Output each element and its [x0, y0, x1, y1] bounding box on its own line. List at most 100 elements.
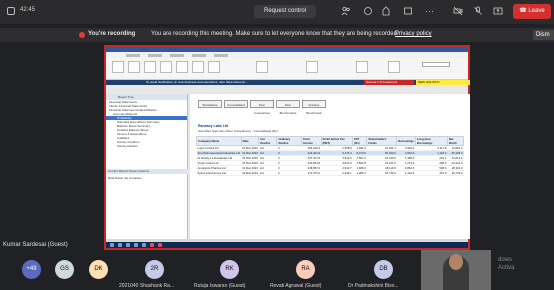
share-screen-icon[interactable]: [492, 6, 503, 17]
table-cell: Zydus Lifesciences Ltd: [196, 170, 242, 176]
report-tab[interactable]: Peer Benchmarks: [276, 100, 300, 115]
table-cell: Sun Pharmaceutical Industries Ltd: [196, 150, 242, 156]
meeting-toolbar: 42:45 Request control ··· ☎ Leave: [0, 0, 554, 24]
dismiss-button[interactable]: Dism: [533, 30, 554, 40]
company-bar: To avoid clarification on core business …: [106, 80, 470, 85]
table-cell: 31 Mar 2023: [241, 150, 259, 156]
table-cell: 18,733.0: [447, 170, 464, 176]
ribbon-tool-icon: [388, 61, 400, 73]
leave-button[interactable]: ☎ Leave: [513, 4, 551, 19]
ribbon-tool-icon: [306, 61, 318, 73]
table-cell: 3: [276, 170, 302, 176]
ribbon-search-input[interactable]: [422, 62, 450, 67]
ribbon-tool-icon: [356, 61, 368, 73]
mic-off-icon[interactable]: [472, 6, 483, 17]
taskbar-app-icon[interactable]: [158, 243, 162, 247]
taskbar-app-icon[interactable]: [150, 243, 154, 247]
leave-label: Leave: [528, 8, 545, 14]
participant-avatar[interactable]: DB: [374, 260, 393, 279]
report-subtitle: Securities Summary (Peer Comparison) - C…: [198, 129, 278, 133]
more-options-icon[interactable]: ···: [424, 6, 435, 17]
camera-off-icon[interactable]: [452, 6, 463, 17]
report-tabs: Standalone Consolidated Peer Comparison Pee…: [198, 100, 326, 115]
participant-name: Rutuja Iswaran (Guest): [194, 283, 246, 289]
column-header[interactable]: Company Name: [196, 136, 242, 146]
table-cell: Ltd: [258, 170, 277, 176]
chat-icon[interactable]: [362, 6, 373, 17]
report-tree: Financial Statements Interim Financial St…: [106, 100, 187, 148]
report-tab[interactable]: Standalone: [198, 100, 222, 108]
column-header[interactable]: Cur Rev/Inc: [258, 136, 278, 146]
recording-icon: [79, 32, 85, 38]
taskbar-app-icon[interactable]: [126, 243, 130, 247]
watermark-line: dows: [498, 257, 513, 263]
column-header[interactable]: Ordinary Rev/Inc: [276, 136, 302, 146]
column-header[interactable]: Shareholders' Funds: [366, 136, 398, 146]
activate-windows-watermark: dows Activa: [498, 256, 514, 272]
ribbon-tool-icon: [192, 61, 204, 73]
report-title: Ranbaxy Labs Ltd: [198, 124, 229, 128]
column-header[interactable]: Long-term Borrowings: [414, 136, 448, 146]
ribbon-tool-icon: [128, 61, 140, 73]
ribbon-tool-icon: [176, 61, 188, 73]
column-header[interactable]: Profit before Tax (PBT): [320, 136, 354, 146]
column-header[interactable]: PAT (Rs): [352, 136, 368, 146]
participant-avatar[interactable]: DK: [89, 260, 108, 279]
company-list-item[interactable]: Data Reset (G) Company: [108, 176, 142, 180]
selected-company-box[interactable]: Sumeet 1 Processing 6: [364, 80, 414, 85]
table-row[interactable]: Zydus Lifesciences Ltd 31 Mar 2023 Ltd 3 172…: [196, 170, 464, 176]
highlight-box[interactable]: NEW HOLISTIC: [416, 80, 470, 85]
meeting-timer: 42:45: [20, 7, 36, 13]
reaction-icon[interactable]: [380, 6, 391, 17]
windows-taskbar: [106, 242, 468, 248]
recording-banner: You're recording You are recording this …: [0, 28, 554, 42]
participant-name: Dr Padmakshini Biso...: [348, 283, 399, 289]
share-tray-icon[interactable]: [7, 7, 15, 15]
recording-message: You are recording this meeting. Make sur…: [151, 31, 399, 37]
table-cell: 172,373.2: [301, 170, 322, 176]
participant-avatar[interactable]: 2R: [145, 260, 164, 279]
participant-video[interactable]: [421, 250, 491, 290]
report-panel: Standalone Consolidated Peer Comparison Pee…: [190, 94, 470, 239]
column-header[interactable]: Borrowings: [396, 136, 416, 146]
column-header[interactable]: Date: [240, 136, 260, 146]
view-icon[interactable]: [402, 6, 413, 17]
ribbon-tool-icon: [208, 61, 220, 73]
taskbar-app-icon[interactable]: [118, 243, 122, 247]
participant-name: Revati Agrawal (Guest): [270, 283, 322, 289]
people-icon[interactable]: [340, 6, 351, 17]
table-cell: 31 Mar 2023: [241, 160, 259, 166]
taskbar-app-icon[interactable]: [142, 243, 146, 247]
column-header[interactable]: Total Income: [301, 136, 322, 146]
ribbon-tool-icon: [112, 61, 124, 73]
ribbon-tool-icon: [144, 61, 156, 73]
participant-face: [449, 254, 463, 270]
recording-title: You're recording: [88, 31, 136, 37]
table-cell: 31 Mar 2023: [241, 170, 259, 176]
report-tab[interactable]: Peer Comparison: [250, 100, 274, 115]
report-tab[interactable]: Industry Benchmark: [302, 100, 326, 115]
table-cell: 31 Mar 2023: [241, 165, 259, 171]
participant-avatar[interactable]: +49: [22, 260, 41, 279]
taskbar-app-icon[interactable]: [134, 243, 138, 247]
app-ribbon: [106, 58, 468, 80]
ribbon-tool-icon: [160, 61, 172, 73]
table-cell: 1,965.4: [352, 170, 367, 176]
start-icon[interactable]: [110, 243, 114, 247]
shared-screen: To avoid clarification on core business …: [104, 45, 470, 250]
privacy-policy-link[interactable]: Privacy policy: [395, 31, 432, 37]
participant-avatar[interactable]: GS: [55, 260, 74, 279]
report-views-header: Current Report Views Columns: [106, 169, 188, 174]
tree-item[interactable]: Sundry Debtors: [106, 144, 187, 148]
report-tree-panel: Report Tree Financial Statements Interim …: [106, 94, 188, 239]
table-cell: 31 Mar 2023: [241, 155, 259, 161]
report-tab[interactable]: Consolidated: [224, 100, 248, 108]
participant-avatar[interactable]: RK: [220, 260, 239, 279]
column-header[interactable]: Net Worth: [446, 136, 465, 146]
table-body: Lupin Limited Ltd 31 Mar 2023 Ltd 3 166,100.…: [196, 145, 464, 176]
table-cell: 31 Mar 2023: [241, 145, 259, 151]
presenter-name: Kumar Sardesai (Guest): [3, 242, 68, 248]
request-control-button[interactable]: Request control: [254, 5, 316, 18]
participant-avatar[interactable]: RA: [296, 260, 315, 279]
watermark-line: Activa: [498, 265, 515, 271]
